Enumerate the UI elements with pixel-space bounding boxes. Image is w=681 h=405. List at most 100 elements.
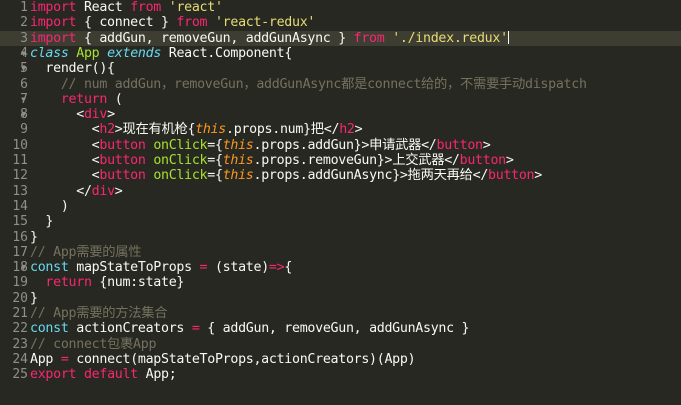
- code-line[interactable]: 24 App = connect(mapStateToProps,actionCr…: [0, 352, 681, 367]
- line-number: 24: [12, 351, 28, 367]
- code-line[interactable]: 25 export default App;: [0, 367, 681, 382]
- line-number: 6: [20, 76, 28, 92]
- code-line[interactable]: 14 ): [0, 199, 681, 214]
- line-number: 17: [12, 244, 28, 260]
- code-token: button: [99, 168, 146, 184]
- code-token: ={: [207, 168, 223, 184]
- text-cursor: [507, 31, 509, 45]
- code-line[interactable]: 10 <button onClick={this.props.addGun}>申…: [0, 138, 681, 153]
- code-token: <: [30, 137, 100, 153]
- code-token: </: [30, 183, 92, 199]
- code-line[interactable]: 13 </div>: [0, 184, 681, 199]
- code-token: onClick: [153, 168, 208, 184]
- code-token: >现在有机枪{: [114, 122, 196, 138]
- code-line[interactable]: 17// App需要的属性: [0, 245, 681, 260]
- code-line[interactable]: 3 import { addGun, removeGun, addGunAsync…: [0, 30, 681, 46]
- code-token: .props.addGunAsync}>拖两天再给</: [253, 168, 489, 184]
- code-token: actionCreators: [68, 321, 192, 337]
- code-line[interactable]: 15 }: [0, 214, 681, 229]
- code-line[interactable]: 5 ▼ render(){: [0, 61, 681, 76]
- line-number: 25: [12, 367, 28, 383]
- line-number: 11: [12, 153, 28, 168]
- code-token: from: [176, 15, 208, 31]
- code-token: export: [30, 367, 77, 383]
- code-text: }: [30, 214, 53, 229]
- code-token: connect(mapStateToProps,actionCreators)(…: [68, 351, 416, 367]
- line-number: 22: [12, 321, 28, 337]
- code-token: return: [45, 275, 92, 291]
- code-text: // num addGun，removeGun，addGunAsync都是con…: [30, 77, 587, 92]
- line-number: 3: [20, 30, 28, 46]
- line-number: 13: [12, 183, 28, 199]
- code-line[interactable]: 18 ▼ const mapStateToProps = (state)=>{: [0, 260, 681, 275]
- code-token: ={: [207, 153, 223, 168]
- code-token: {num:state}: [91, 275, 185, 291]
- code-text: render(){: [30, 61, 115, 76]
- code-token: >: [534, 168, 542, 184]
- code-text: <div>: [30, 107, 115, 122]
- line-number: 15: [12, 214, 28, 230]
- code-token: from: [353, 30, 385, 46]
- fold-arrow-icon[interactable]: ▼: [19, 92, 28, 107]
- code-token: .props.num}把</: [226, 122, 340, 138]
- code-text: import { addGun, removeGun, addGunAsync …: [30, 31, 509, 46]
- code-text: export default App;: [30, 367, 177, 383]
- code-line[interactable]: 9 <h2>现在有机枪{this.props.num}把</h2>: [0, 122, 681, 137]
- code-text: }: [30, 291, 38, 306]
- code-token: >: [354, 122, 363, 138]
- code-token: >: [505, 153, 514, 168]
- code-token: {: [284, 260, 293, 276]
- code-line[interactable]: 20}: [0, 291, 681, 306]
- code-line[interactable]: 6 // num addGun，removeGun，addGunAsync都是c…: [0, 77, 681, 92]
- code-token: ): [30, 198, 69, 214]
- code-token: =>: [268, 260, 285, 276]
- code-token: }: [30, 229, 38, 245]
- code-line[interactable]: 1 import React from 'react': [0, 0, 681, 15]
- code-token: <: [30, 107, 84, 123]
- code-line[interactable]: 4 ▼ class App extends React.Component{: [0, 46, 681, 61]
- code-token: button: [99, 153, 146, 168]
- code-line[interactable]: 16}: [0, 230, 681, 245]
- code-line[interactable]: 7 ▼ return (: [0, 92, 681, 107]
- code-token: this: [195, 122, 227, 138]
- code-token: >: [107, 107, 115, 123]
- code-line[interactable]: 2 import { connect } from 'react-redux': [0, 15, 681, 30]
- code-text: // App需要的方法集合: [30, 306, 168, 321]
- code-token: // App需要的属性: [30, 244, 142, 260]
- line-number: 1: [20, 0, 28, 15]
- fold-arrow-icon[interactable]: ▼: [19, 61, 28, 76]
- code-line[interactable]: 8 ▼ <div>: [0, 107, 681, 122]
- code-text: return {num:state}: [30, 275, 184, 290]
- code-token: <: [30, 168, 100, 184]
- code-line[interactable]: 19 return {num:state}: [0, 275, 681, 290]
- code-token: onClick: [153, 153, 208, 168]
- line-number: 16: [12, 229, 28, 245]
- code-token: 'react': [168, 0, 223, 15]
- line-number: 19: [12, 275, 28, 291]
- code-token: App: [30, 351, 61, 367]
- code-token: (: [107, 91, 123, 107]
- code-editor[interactable]: 1 import React from 'react' 2 import { conn…: [0, 0, 681, 405]
- fold-arrow-icon[interactable]: ▼: [19, 107, 28, 122]
- code-token: ={: [207, 137, 223, 153]
- code-token: <: [30, 153, 100, 168]
- line-number: 10: [12, 137, 28, 153]
- fold-arrow-icon[interactable]: ▼: [19, 260, 28, 275]
- code-line[interactable]: 21// App需要的方法集合: [0, 306, 681, 321]
- code-token: 'react-redux': [214, 15, 316, 31]
- code-line[interactable]: 11 <button onClick={this.props.removeGun…: [0, 153, 681, 168]
- code-token: App: [76, 45, 100, 61]
- code-token: class: [30, 45, 69, 61]
- fold-arrow-icon[interactable]: ▼: [19, 46, 28, 61]
- code-text: <button onClick={this.props.removeGun}>上…: [30, 153, 514, 168]
- code-line[interactable]: 12 <button onClick={this.props.addGunAsy…: [0, 168, 681, 183]
- code-line[interactable]: 22 const actionCreators = { addGun, remov…: [0, 321, 681, 336]
- code-token: { addGun, removeGun, addGunAsync }: [199, 321, 470, 337]
- code-line[interactable]: 23// connect包裹App: [0, 337, 681, 352]
- code-token: './index.redux': [392, 30, 508, 46]
- code-token: .props.addGun}>申请武器</: [253, 137, 437, 153]
